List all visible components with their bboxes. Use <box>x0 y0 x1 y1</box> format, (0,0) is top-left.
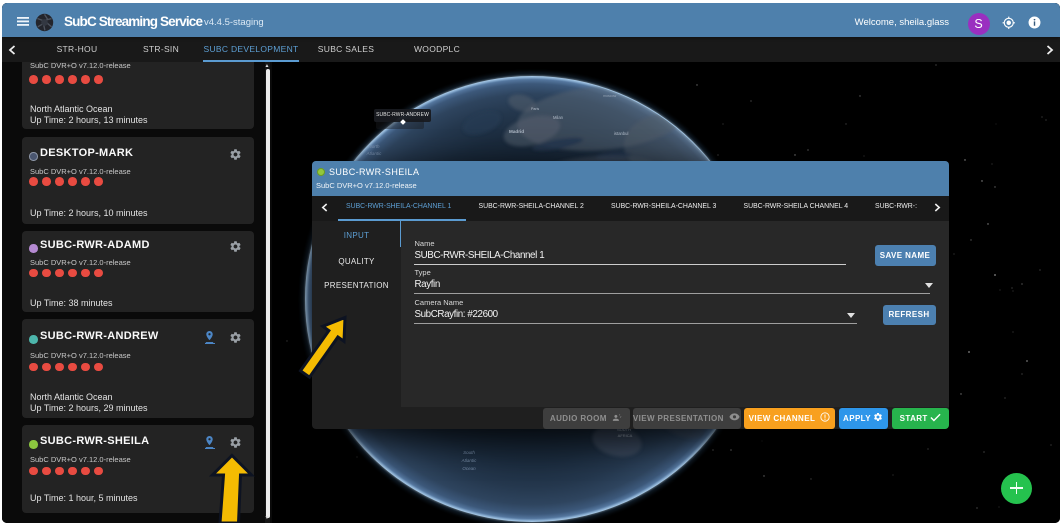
svg-text:Madrid: Madrid <box>509 129 524 134</box>
svg-text:moscow: moscow <box>603 94 617 98</box>
svg-text:istanbul: istanbul <box>614 131 629 136</box>
svg-text:Atlantic: Atlantic <box>461 458 478 463</box>
svg-text:Milan: Milan <box>553 115 564 120</box>
svg-text:North: North <box>368 144 380 149</box>
svg-text:Ocean: Ocean <box>462 466 476 471</box>
svg-text:Paris: Paris <box>531 107 539 111</box>
svg-text:Atlantic: Atlantic <box>366 151 383 156</box>
svg-text:South: South <box>463 450 475 455</box>
svg-text:AFRICA: AFRICA <box>618 433 633 438</box>
